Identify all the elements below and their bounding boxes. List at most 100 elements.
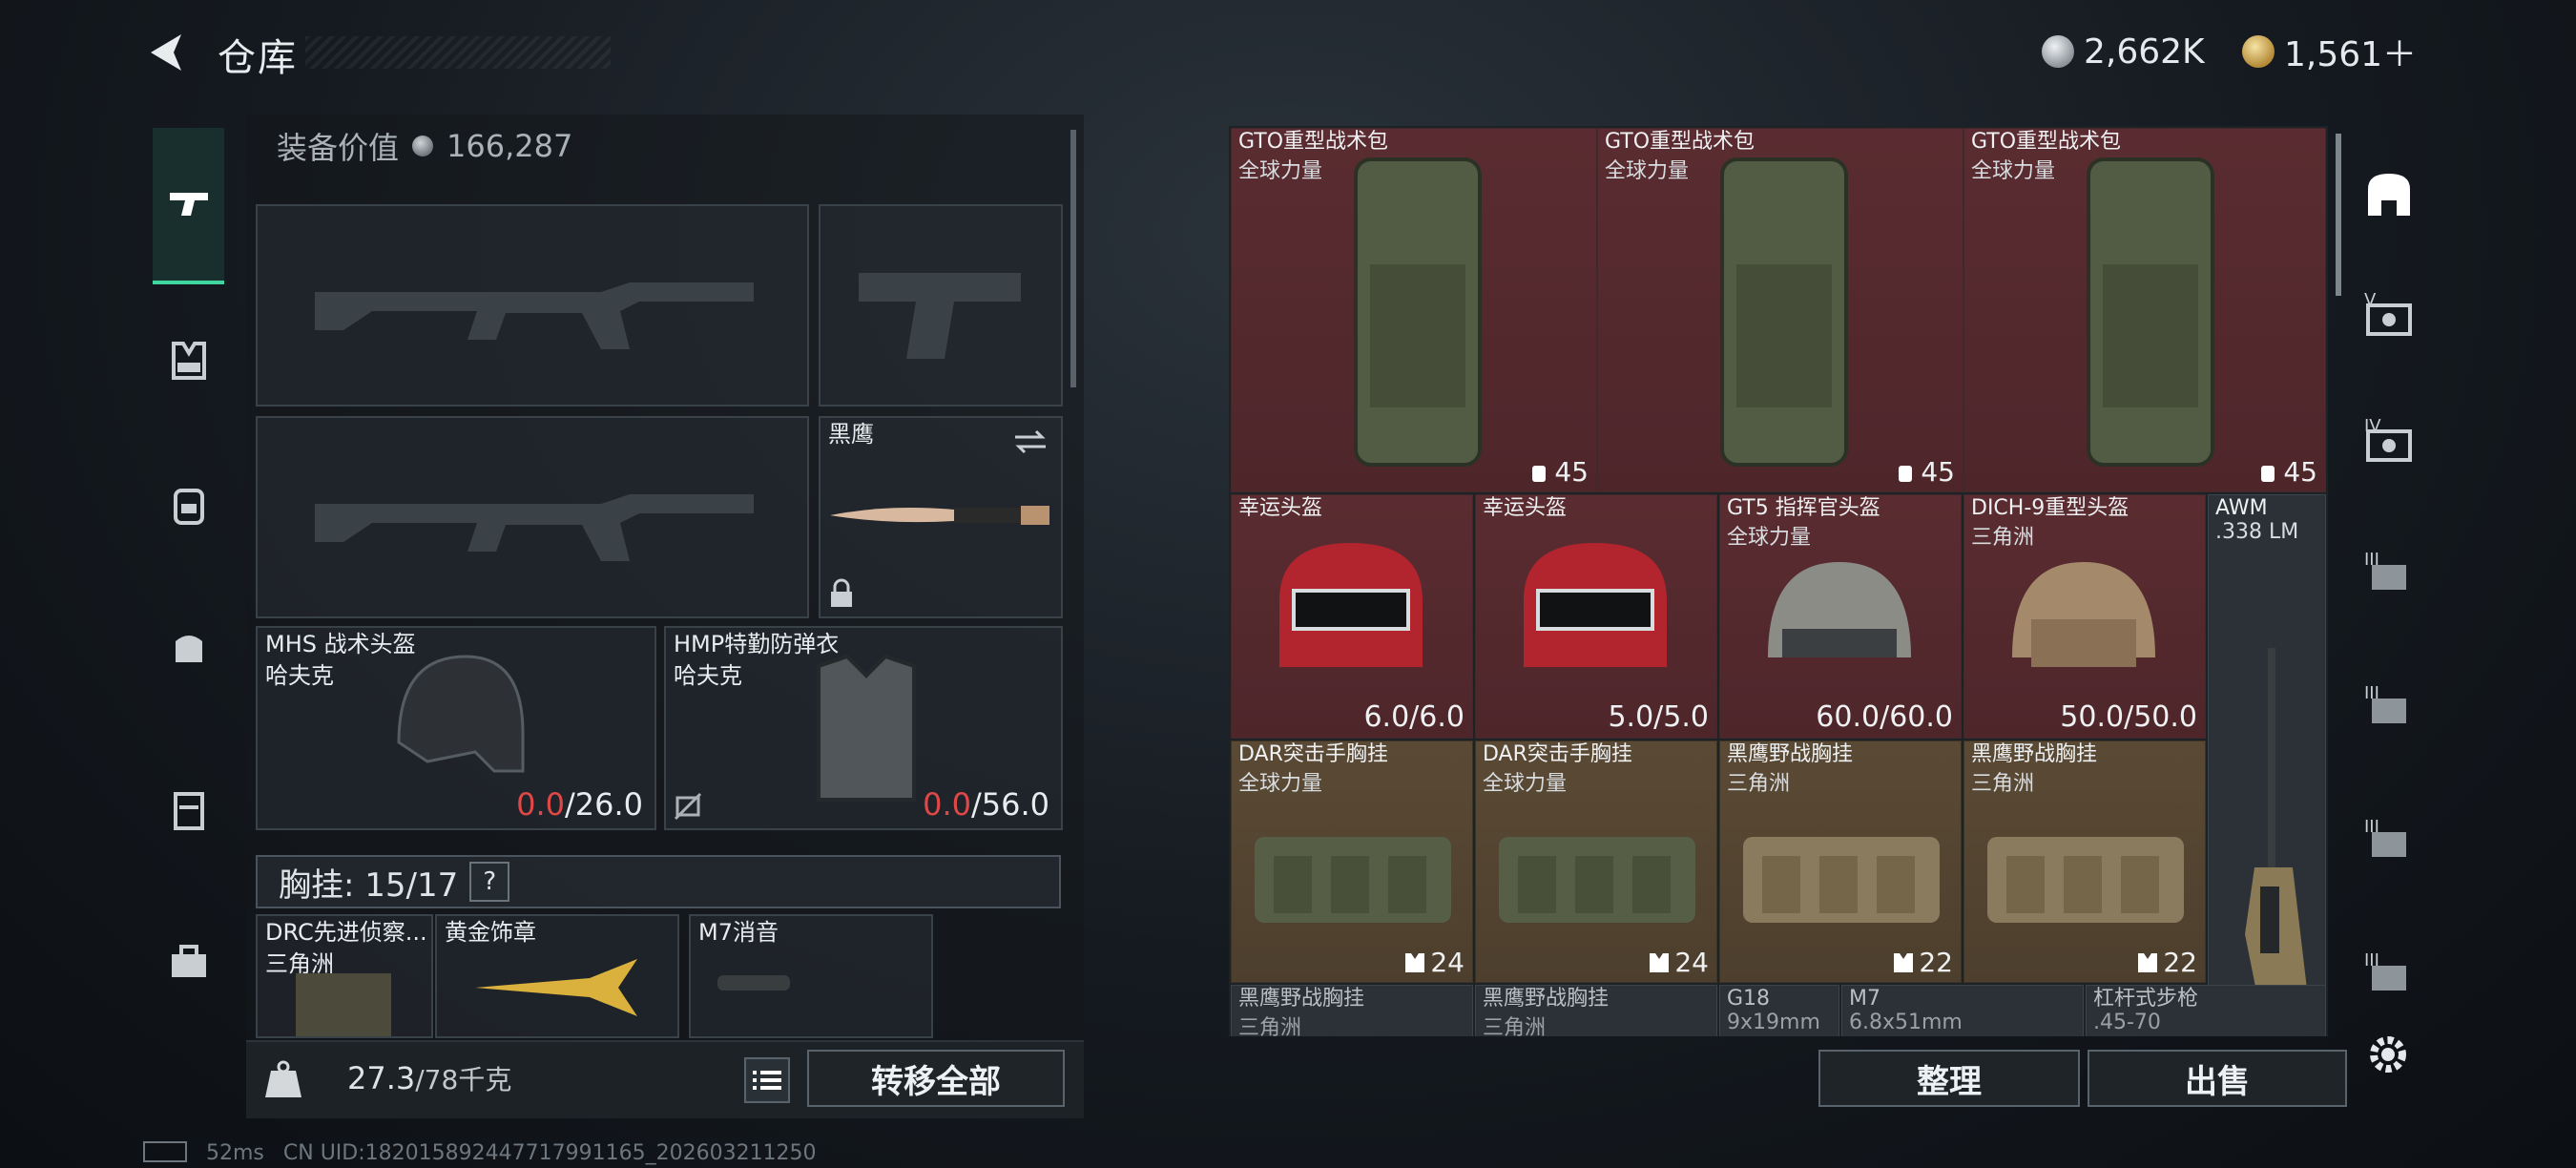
backpack-mini-icon: [1899, 465, 1913, 482]
sniper-rifle-image: [2245, 648, 2312, 1030]
settings-gear-icon[interactable]: [2364, 1031, 2412, 1078]
stash-item-helmet[interactable]: 幸运头盔 6.0/6.0: [1231, 494, 1473, 739]
gold-amount: 1,561＋: [2284, 35, 2418, 74]
stash-item-m7[interactable]: M7 6.8x51mm: [1841, 985, 2084, 1036]
stash-item-chest-rig[interactable]: DAR突击手胸挂 全球力量 24: [1231, 740, 1473, 983]
tab-pouch[interactable]: [153, 611, 224, 682]
stash-item-lever-rifle[interactable]: 杠杆式步枪 .45-70: [2086, 985, 2326, 1036]
capacity-value: 24: [1430, 947, 1465, 978]
stash-item-chest-rig[interactable]: 黑鹰野战胸挂 三角洲: [1231, 985, 1473, 1036]
helmet-image: [2012, 562, 2155, 667]
item-durability: 5.0/5.0: [1608, 700, 1709, 734]
gold-currency[interactable]: 1,561＋: [2242, 29, 2417, 74]
transfer-all-button[interactable]: 转移全部: [807, 1050, 1065, 1107]
item-name: AWM: [2215, 496, 2268, 520]
battery-icon: [143, 1141, 187, 1162]
tab-rigs[interactable]: [153, 324, 224, 396]
item-name: 黑鹰野战胸挂: [1971, 742, 2098, 766]
item-name: DAR突击手胸挂: [1238, 742, 1388, 766]
melee-slot[interactable]: 黑鹰: [819, 416, 1063, 618]
stash-scrollbar[interactable]: [2336, 134, 2341, 296]
stash-item-helmet[interactable]: DICH-9重型头盔 三角洲 50.0/50.0: [1963, 494, 2206, 739]
primary-weapon-slot[interactable]: [256, 204, 809, 407]
capacity-value: 45: [1554, 456, 1589, 488]
item-capacity: 22: [1892, 947, 1953, 978]
sort-button[interactable]: 整理: [1818, 1050, 2080, 1107]
stash-page-iii[interactable]: III: [2358, 947, 2420, 1008]
helmet-durability-max: /26.0: [564, 786, 643, 823]
helmet-durability-current: 0.0: [516, 786, 565, 823]
stash-item-chest-rig[interactable]: 黑鹰野战胸挂 三角洲 22: [1963, 740, 2206, 983]
stash-item-chest-rig[interactable]: 黑鹰野战胸挂 三角洲 22: [1719, 740, 1962, 983]
stash-item-chest-rig[interactable]: 黑鹰野战胸挂 三角洲: [1475, 985, 1717, 1036]
stash-page-iii[interactable]: III: [2358, 546, 2420, 607]
list-icon: [753, 1071, 781, 1090]
tab-toolbox[interactable]: [153, 926, 224, 997]
rig-capacity-label: 胸挂: 15/17: [279, 866, 459, 905]
rig-item-gold-badge[interactable]: 黄金饰章: [435, 914, 679, 1038]
weight-max: /78千克: [415, 1064, 512, 1095]
stash-item-helmet[interactable]: 幸运头盔 5.0/5.0: [1475, 494, 1717, 739]
stash-grid: GTO重型战术包 全球力量 45 GTO重型战术包 全球力量 45 GTO重型战…: [1229, 126, 2328, 1036]
title-underline: [305, 36, 611, 69]
rig-mini-icon: [1894, 952, 1914, 972]
rig-item-drc[interactable]: DRC先进侦察... 三角洲: [256, 914, 433, 1038]
list-view-button[interactable]: [744, 1057, 790, 1103]
stash-item-helmet[interactable]: GT5 指挥官头盔 全球力量 60.0/60.0: [1719, 494, 1962, 739]
stash-icon: [2368, 174, 2410, 216]
stash-item-backpack[interactable]: GTO重型战术包 全球力量 45: [1963, 128, 2326, 492]
secondary-weapon-slot[interactable]: [256, 416, 809, 618]
rig-help-button[interactable]: ?: [469, 862, 510, 902]
stash-item-backpack[interactable]: GTO重型战术包 全球力量 45: [1231, 128, 1597, 492]
stash-home-tab[interactable]: [2358, 164, 2420, 225]
rig-item-name: 黄金饰章: [445, 919, 536, 946]
rifle-silhouette-icon: [315, 494, 754, 561]
back-arrow-icon[interactable]: [143, 29, 191, 76]
stash-page-iii[interactable]: III: [2358, 813, 2420, 874]
stash-item-g18[interactable]: G18 9x19mm: [1719, 985, 1839, 1036]
stash-page-iii[interactable]: III: [2358, 679, 2420, 740]
item-faction: 全球力量: [1238, 772, 1323, 796]
item-durability: 60.0/60.0: [1816, 700, 1953, 734]
item-durability: 6.0/6.0: [1363, 700, 1465, 734]
recon-rig-image: [296, 973, 391, 1036]
item-name: DICH-9重型头盔: [1971, 496, 2129, 520]
silver-coin-icon: [412, 136, 434, 156]
rig-item-m7-suppressor[interactable]: M7消音: [689, 914, 933, 1038]
page-tier-label: III: [2364, 950, 2379, 970]
loadout-scrollbar[interactable]: [1070, 130, 1076, 387]
sell-button[interactable]: 出售: [2088, 1050, 2347, 1107]
helmet-slot[interactable]: MHS 战术头盔 哈夫克 0.0/26.0: [256, 626, 656, 830]
chest-rig-image: [1499, 837, 1695, 923]
body-armor-image: [817, 654, 916, 802]
item-capacity: 45: [2256, 456, 2317, 488]
stash-page-v[interactable]: V: [2358, 286, 2420, 347]
stash-item-chest-rig[interactable]: DAR突击手胸挂 全球力量 24: [1475, 740, 1717, 983]
ping-readout: 52ms: [206, 1141, 264, 1165]
item-name: 黑鹰野战胸挂: [1483, 987, 1610, 1011]
page-tier-label: IV: [2364, 416, 2381, 436]
weight-readout: 27.3/78千克: [347, 1059, 511, 1097]
tab-backpacks[interactable]: [153, 468, 224, 539]
lock-icon: [831, 578, 852, 607]
armor-slot[interactable]: HMP特勤防弹衣 哈夫克 0.0/56.0: [664, 626, 1063, 830]
stash-item-backpack[interactable]: GTO重型战术包 全球力量 45: [1597, 128, 1963, 492]
equipment-value: 装备价值 166,287: [277, 124, 572, 168]
status-bar: 52ms CN UID:182015892447717991165_202603…: [143, 1141, 817, 1165]
backpack-mini-icon: [1532, 465, 1547, 482]
chest-rig-capacity: 胸挂: 15/17 ?: [256, 855, 1061, 908]
item-name: G18: [1727, 987, 1771, 1011]
tab-container[interactable]: [153, 773, 224, 845]
tab-weapons[interactable]: [153, 128, 224, 284]
stash-item-awm[interactable]: AWM .338 LM: [2208, 494, 2326, 1034]
item-caliber: .45-70: [2093, 1011, 2161, 1034]
stash-page-iv[interactable]: IV: [2358, 412, 2420, 473]
item-faction: 全球力量: [1971, 159, 2056, 183]
page-tier-label: III: [2364, 683, 2379, 703]
swap-icon[interactable]: [1013, 428, 1048, 456]
backpack-mini-icon: [2261, 465, 2275, 482]
item-name: 黑鹰野战胸挂: [1238, 987, 1365, 1011]
sidearm-slot[interactable]: [819, 204, 1063, 407]
item-faction: 三角洲: [1238, 1016, 1302, 1036]
capacity-value: 45: [2283, 456, 2317, 488]
